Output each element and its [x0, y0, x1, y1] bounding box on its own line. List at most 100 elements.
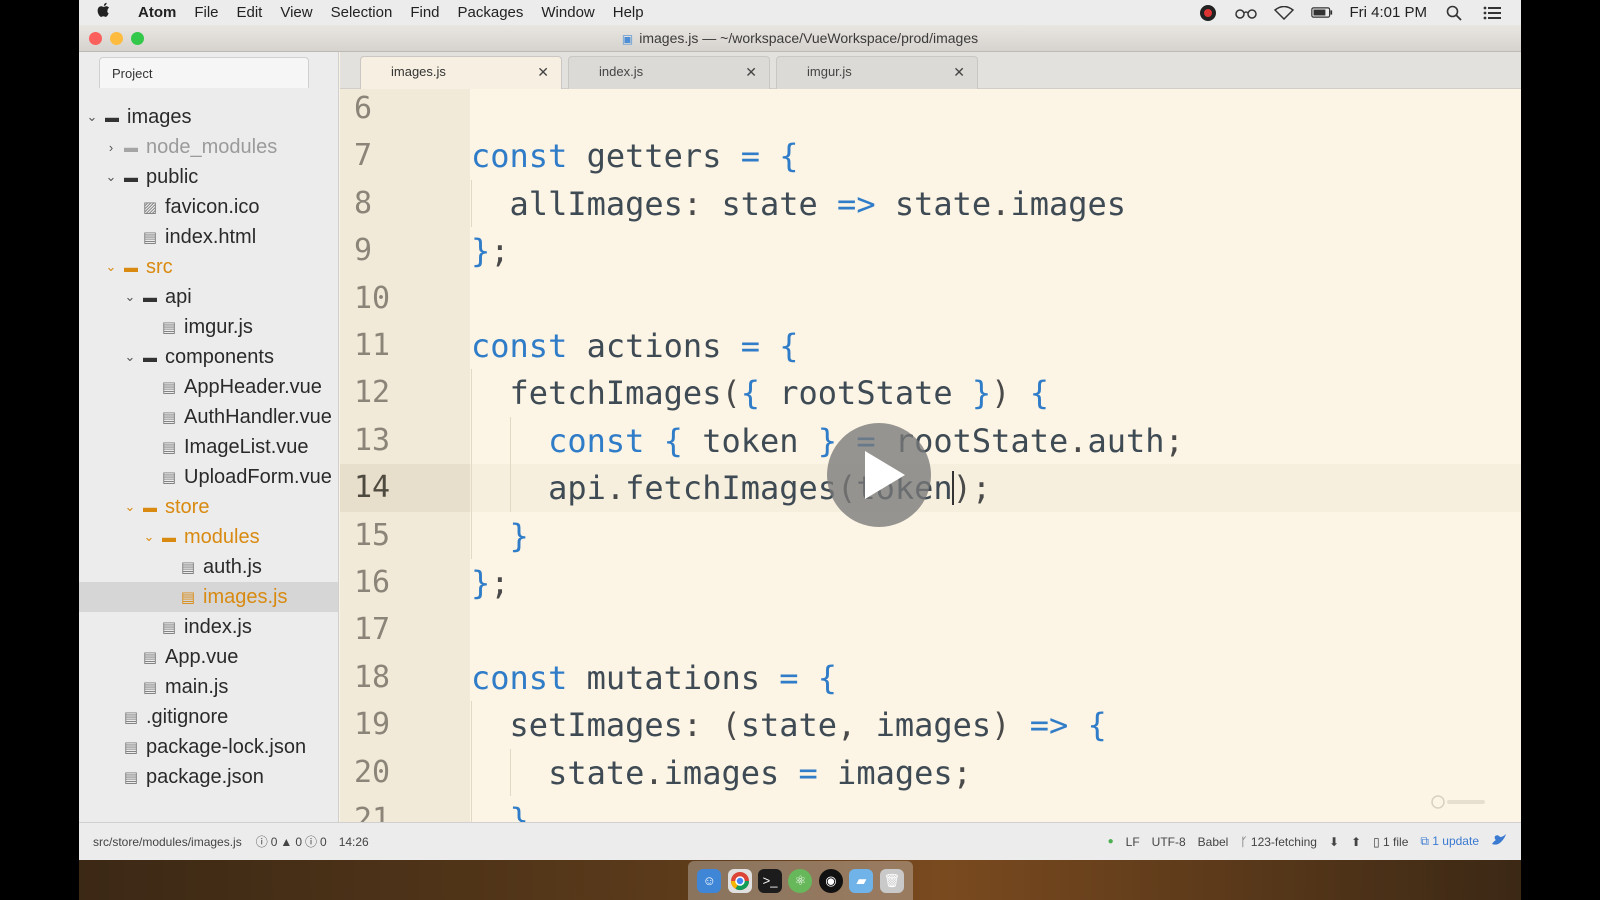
tree-item-imagelist-vue[interactable]: ▤ ImageList.vue	[79, 432, 338, 462]
code-editor[interactable]: 6 7 8 9 10 11 12 13 14 15 16 17 18 19 20 21 const gette…	[340, 89, 1521, 822]
tree-item-main-js[interactable]: ▤ main.js	[79, 672, 338, 702]
tree-item-images-js[interactable]: ▤ images.js	[79, 582, 338, 612]
chevron-down-icon[interactable]: ⌄	[121, 499, 139, 515]
recording-icon[interactable]	[1197, 4, 1219, 21]
notification-center-icon[interactable]	[1481, 5, 1503, 21]
file-encoding[interactable]: UTF-8	[1152, 835, 1186, 849]
code-line[interactable]: }	[471, 796, 529, 822]
menu-selection[interactable]: Selection	[322, 4, 402, 21]
trash-icon[interactable]: 🗑	[879, 868, 904, 893]
wifi-icon[interactable]	[1273, 5, 1295, 21]
line-number[interactable]: 11	[340, 322, 470, 370]
chevron-down-icon[interactable]: ⌄	[121, 349, 139, 365]
tree-item-favicon-ico[interactable]: ▨ favicon.ico	[79, 192, 338, 222]
tree-item-app-vue[interactable]: ▤ App.vue	[79, 642, 338, 672]
line-number[interactable]: 8	[340, 180, 470, 228]
tree-item-public[interactable]: ⌄ ▬ public	[79, 162, 338, 192]
code-line[interactable]: };	[471, 559, 510, 607]
menu-find[interactable]: Find	[401, 4, 448, 21]
line-number[interactable]: 10	[340, 275, 470, 323]
chevron-down-icon[interactable]: ⌄	[102, 259, 120, 275]
chevron-down-icon[interactable]: ⌄	[102, 169, 120, 185]
code-line[interactable]: const getters = {	[471, 132, 799, 180]
feedback-bird-icon[interactable]	[1491, 833, 1507, 850]
code-line[interactable]: state.images = images;	[471, 749, 972, 797]
tree-tab-project[interactable]: Project	[99, 57, 309, 88]
tab-images-js[interactable]: images.js ✕	[360, 56, 562, 89]
obs-icon[interactable]: ◉	[818, 868, 843, 893]
menu-view[interactable]: View	[271, 4, 321, 21]
tree-item-package-json[interactable]: ▤ package.json	[79, 762, 338, 792]
window-titlebar[interactable]: ▣ images.js — ~/workspace/VueWorkspace/pr…	[79, 25, 1521, 52]
code-line[interactable]: setImages: (state, images) => {	[471, 701, 1107, 749]
code-line[interactable]: };	[471, 227, 510, 275]
tree-item-images[interactable]: ⌄ ▬ images	[79, 102, 338, 132]
git-changes[interactable]: ▯ 1 file	[1373, 835, 1408, 849]
tab-imgur-js[interactable]: imgur.js ✕	[776, 56, 978, 89]
tree-item-gitignore[interactable]: ▤ .gitignore	[79, 702, 338, 732]
tree-item-store[interactable]: ⌄ ▬ store	[79, 492, 338, 522]
chevron-down-icon[interactable]: ⌄	[140, 529, 158, 545]
code-line[interactable]: const actions = {	[471, 322, 799, 370]
line-number[interactable]: 19	[340, 701, 470, 749]
line-number[interactable]: 6	[340, 89, 470, 133]
menu-window[interactable]: Window	[532, 4, 603, 21]
menu-edit[interactable]: Edit	[228, 4, 272, 21]
finder-icon[interactable]: ☺	[697, 868, 722, 893]
apple-menu-icon[interactable]	[79, 2, 129, 23]
menu-help[interactable]: Help	[604, 4, 653, 21]
git-push-up-icon[interactable]: ⬆	[1351, 835, 1361, 849]
close-tab-icon[interactable]: ✕	[953, 57, 965, 87]
line-number[interactable]: 13	[340, 417, 470, 465]
tree-item-api[interactable]: ⌄ ▬ api	[79, 282, 338, 312]
code-line[interactable]: const mutations = {	[471, 654, 837, 702]
spotlight-search-icon[interactable]	[1443, 5, 1465, 21]
tree-item-src[interactable]: ⌄ ▬ src	[79, 252, 338, 282]
chevron-right-icon[interactable]: ›	[102, 140, 120, 155]
tree-item-authhandler-vue[interactable]: ▤ AuthHandler.vue	[79, 402, 338, 432]
close-tab-icon[interactable]: ✕	[537, 57, 549, 87]
tree-item-node-modules[interactable]: › ▬ node_modules	[79, 132, 338, 162]
code-line[interactable]: }	[471, 512, 529, 560]
line-number[interactable]: 14	[340, 464, 470, 513]
tree-item-auth-js[interactable]: ▤ auth.js	[79, 552, 338, 582]
code-line[interactable]: fetchImages({ rootState }) {	[471, 369, 1049, 417]
git-branch[interactable]: ᚴ 123-fetching	[1240, 835, 1317, 849]
chevron-down-icon[interactable]: ⌄	[121, 289, 139, 305]
folder-icon[interactable]: ▰	[849, 868, 874, 893]
tree-item-components[interactable]: ⌄ ▬ components	[79, 342, 338, 372]
line-number[interactable]: 9	[340, 227, 470, 275]
tree-item-modules[interactable]: ⌄ ▬ modules	[79, 522, 338, 552]
menu-bar-clock[interactable]: Fri 4:01 PM	[1349, 4, 1427, 21]
git-fetch-down-icon[interactable]: ⬇	[1329, 835, 1339, 849]
chevron-down-icon[interactable]: ⌄	[83, 109, 101, 125]
tree-item-index-js[interactable]: ▤ index.js	[79, 612, 338, 642]
line-number[interactable]: 18	[340, 654, 470, 702]
status-diagnostics[interactable]: ⓘ 0 ▲ 0 ⓘ 0	[256, 833, 327, 850]
chrome-icon[interactable]	[727, 868, 752, 893]
cursor-position[interactable]: 14:26	[339, 835, 369, 849]
grammar-selector[interactable]: Babel	[1198, 835, 1229, 849]
line-number[interactable]: 21	[340, 796, 470, 822]
tab-index-js[interactable]: index.js ✕	[568, 56, 770, 89]
code-line[interactable]: allImages: state => state.images	[471, 180, 1127, 228]
tree-item-appheader-vue[interactable]: ▤ AppHeader.vue	[79, 372, 338, 402]
line-number[interactable]: 7	[340, 132, 470, 180]
tree-item-uploadform-vue[interactable]: ▤ UploadForm.vue	[79, 462, 338, 492]
line-number[interactable]: 15	[340, 512, 470, 560]
status-file-path[interactable]: src/store/modules/images.js	[93, 835, 242, 849]
line-number[interactable]: 16	[340, 559, 470, 607]
tree-item-imgur-js[interactable]: ▤ imgur.js	[79, 312, 338, 342]
menu-packages[interactable]: Packages	[449, 4, 533, 21]
menu-app-atom[interactable]: Atom	[129, 4, 185, 21]
video-play-button[interactable]	[827, 423, 931, 527]
tree-item-package-lock-json[interactable]: ▤ package-lock.json	[79, 732, 338, 762]
terminal-icon[interactable]: >_	[758, 868, 783, 893]
line-number[interactable]: 20	[340, 749, 470, 797]
close-tab-icon[interactable]: ✕	[745, 57, 757, 87]
battery-icon[interactable]	[1311, 5, 1333, 21]
code-line[interactable]: const { token } = rootState.auth;	[471, 417, 1184, 465]
line-number[interactable]: 12	[340, 369, 470, 417]
tree-item-index-html[interactable]: ▤ index.html	[79, 222, 338, 252]
line-number[interactable]: 17	[340, 606, 470, 654]
